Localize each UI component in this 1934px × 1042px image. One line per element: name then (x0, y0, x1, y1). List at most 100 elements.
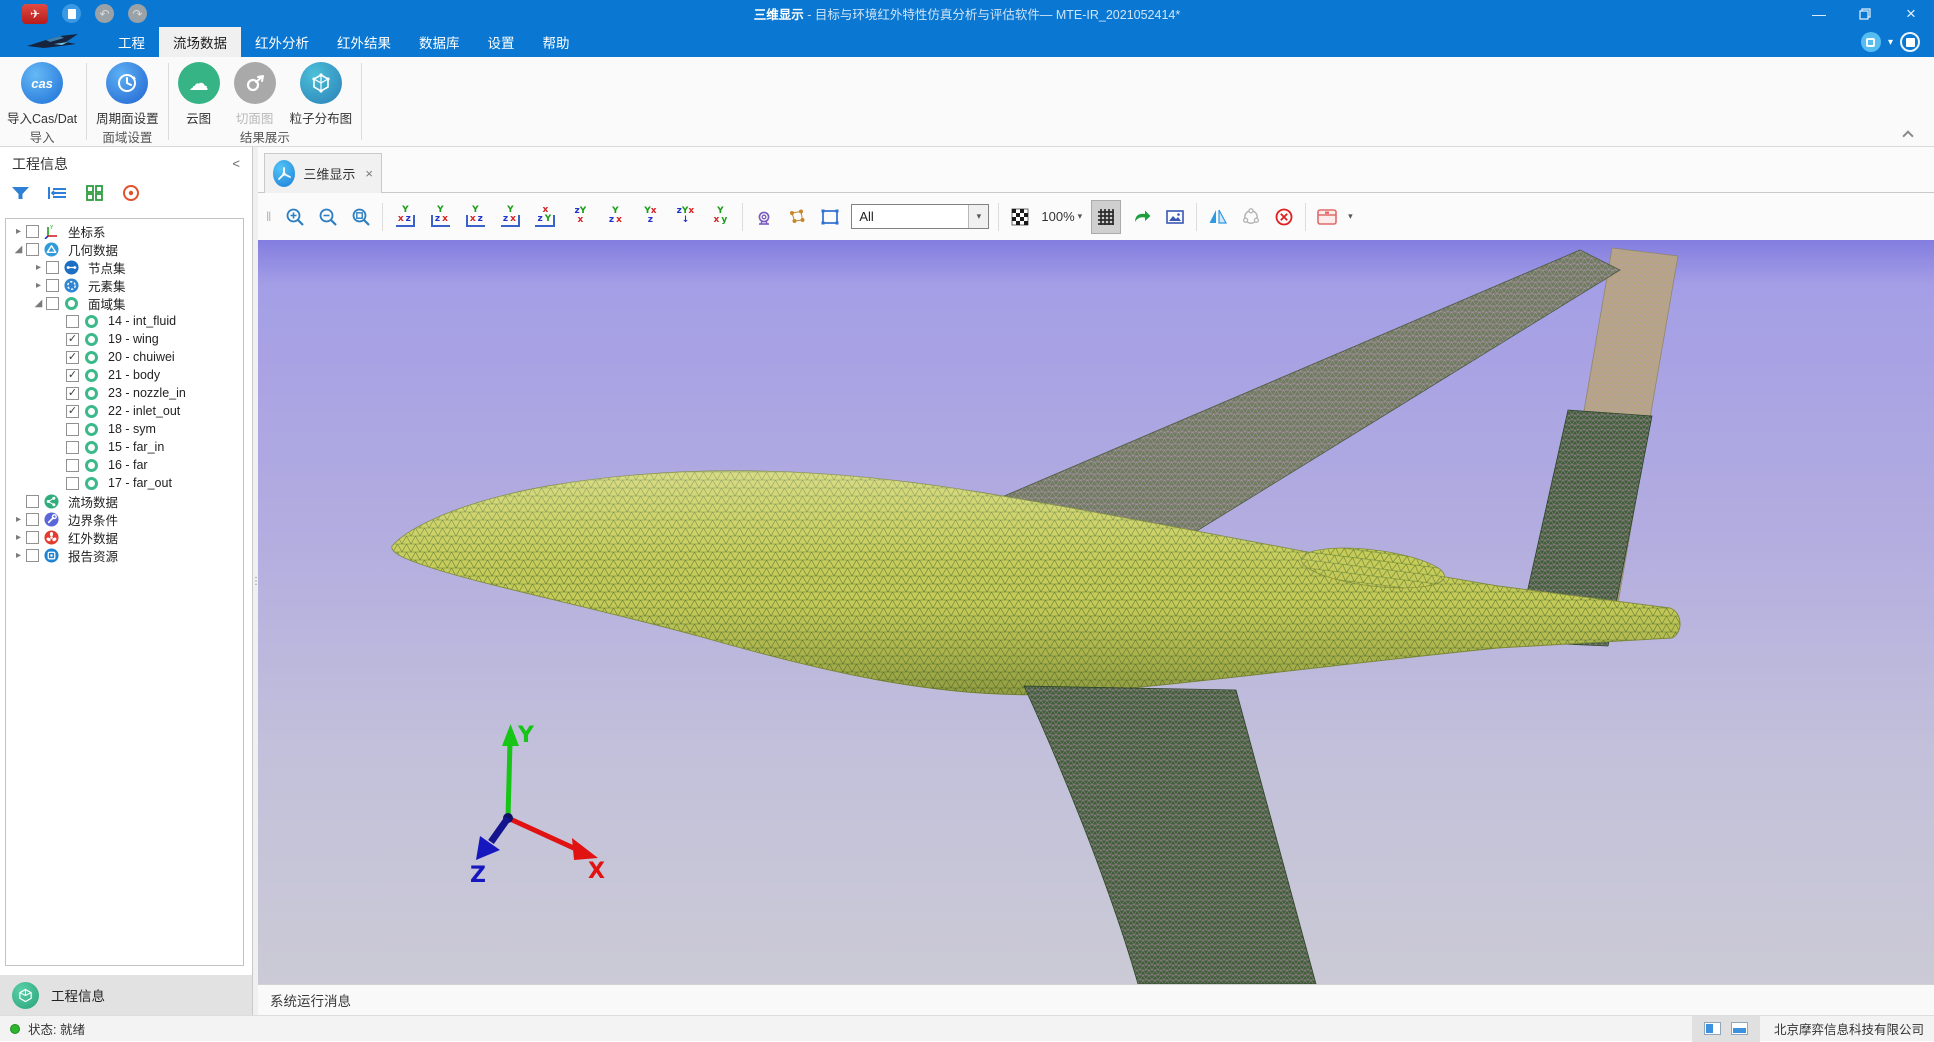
view-iso-2-icon[interactable]: Yxz (637, 205, 663, 229)
zoom-out-button[interactable] (316, 205, 340, 229)
menu-item-engineering[interactable]: 工程 (104, 27, 159, 57)
save-view-dropdown-caret[interactable]: ▾ (1348, 211, 1353, 222)
tree-item-infrared-data[interactable]: ▸ 红外数据 (6, 528, 243, 546)
rotate-center-button[interactable] (1239, 205, 1263, 229)
periodic-face-settings-button[interactable]: 周期面设置 (89, 62, 166, 127)
checkbox[interactable]: ✓ (66, 351, 79, 364)
particles-button[interactable] (785, 205, 809, 229)
tree-item-surface[interactable]: ✓ 23 - nozzle_in (6, 384, 243, 402)
ribbon-collapse-button[interactable] (1904, 128, 1916, 140)
menu-item-settings[interactable]: 设置 (474, 27, 529, 57)
checkbox[interactable] (26, 495, 39, 508)
particle-distribution-button[interactable]: 粒子分布图 (283, 62, 360, 127)
notebook-button[interactable] (1900, 32, 1920, 52)
tab-close-icon[interactable]: × (365, 166, 373, 181)
view-bottom-icon[interactable]: zYx (567, 205, 593, 229)
menu-item-infrared-analysis[interactable]: 红外分析 (241, 27, 323, 57)
tree-item-boundary-conditions[interactable]: ▸ 边界条件 (6, 510, 243, 528)
checkbox[interactable]: ✓ (66, 405, 79, 418)
layout-bottom-panel-icon[interactable] (1731, 1022, 1748, 1035)
checkbox[interactable] (26, 225, 39, 238)
view-left-icon[interactable]: Yxz (462, 205, 488, 229)
display-filter-select[interactable]: All ▾ (851, 204, 989, 229)
layout-left-panel-icon[interactable] (1704, 1022, 1721, 1035)
filter-button[interactable] (10, 183, 30, 203)
locate-button[interactable] (121, 183, 141, 203)
expand-arrow-icon[interactable]: ◢ (12, 244, 25, 255)
transparency-button[interactable] (1008, 205, 1032, 229)
tree-item-face-set[interactable]: ◢ 面域集 (6, 294, 243, 312)
checkbox[interactable] (66, 441, 79, 454)
list-view-button[interactable] (47, 183, 67, 203)
redo-button[interactable]: ↷ (128, 4, 147, 23)
tree-item-flowfield-data[interactable]: 流场数据 (6, 492, 243, 510)
share-arrow-button[interactable] (1130, 205, 1154, 229)
checkbox[interactable] (26, 531, 39, 544)
checkbox[interactable] (66, 315, 79, 328)
tab-3d-display[interactable]: 三维显示 × (264, 153, 382, 193)
expand-arrow-icon[interactable]: ▸ (12, 550, 25, 561)
checkbox[interactable] (66, 423, 79, 436)
expand-arrow-icon[interactable]: ▸ (32, 280, 45, 291)
expand-arrow-icon[interactable]: ▸ (12, 514, 25, 525)
menu-item-infrared-results[interactable]: 红外结果 (323, 27, 405, 57)
style-dropdown-caret[interactable]: ▾ (1888, 37, 1893, 48)
contour-cloud-button[interactable]: ☁ 云图 (171, 62, 227, 127)
camera-button[interactable] (752, 205, 776, 229)
undo-button[interactable]: ↶ (95, 4, 114, 23)
close-button[interactable]: × (1888, 0, 1934, 27)
menu-item-flowfield-data[interactable]: 流场数据 (159, 27, 241, 57)
expand-arrow-icon[interactable]: ◢ (32, 298, 45, 309)
grid-view-button[interactable] (84, 183, 104, 203)
new-document-button[interactable] (62, 4, 81, 23)
view-iso-4-icon[interactable]: Yxy (707, 205, 733, 229)
checkbox[interactable] (26, 243, 39, 256)
tree-item-node-set[interactable]: ▸ 节点集 (6, 258, 243, 276)
mesh-toggle-button[interactable] (1091, 200, 1121, 234)
zoom-level-dropdown[interactable]: 100%▾ (1041, 209, 1082, 224)
tree-item-report-resources[interactable]: ▸ 报告资源 (6, 546, 243, 564)
expand-arrow-icon[interactable]: ▸ (32, 262, 45, 273)
window-style-button[interactable] (1861, 32, 1881, 52)
checkbox[interactable] (46, 279, 59, 292)
menu-item-database[interactable]: 数据库 (405, 27, 474, 57)
tree-item-coordinate-system[interactable]: ▸ Y 坐标系 (6, 222, 243, 240)
import-cas-dat-button[interactable]: cas 导入Cas/Dat (0, 62, 84, 127)
snapshot-button[interactable] (1163, 205, 1187, 229)
zoom-in-button[interactable] (283, 205, 307, 229)
tree-item-surface[interactable]: 18 - sym (6, 420, 243, 438)
chevron-down-icon[interactable]: ▾ (968, 205, 988, 228)
project-tree[interactable]: ▸ Y 坐标系 ◢ 几何数据 ▸ 节点集 ▸ 元素集 (5, 218, 244, 966)
panel-footer-tab[interactable]: 工程信息 (0, 975, 252, 1015)
3d-viewport[interactable]: Y X Z (258, 240, 1934, 984)
tree-item-surface[interactable]: 16 - far (6, 456, 243, 474)
checkbox[interactable] (26, 549, 39, 562)
minimize-button[interactable]: — (1796, 0, 1842, 27)
maximize-button[interactable] (1842, 0, 1888, 27)
expand-arrow-icon[interactable]: ▸ (12, 226, 25, 237)
tree-item-geometry-data[interactable]: ◢ 几何数据 (6, 240, 243, 258)
checkbox[interactable] (66, 477, 79, 490)
checkbox[interactable]: ✓ (66, 387, 79, 400)
zoom-fit-button[interactable] (349, 205, 373, 229)
tree-item-surface[interactable]: 14 - int_fluid (6, 312, 243, 330)
checkbox[interactable] (66, 459, 79, 472)
tree-item-surface[interactable]: ✓ 20 - chuiwei (6, 348, 243, 366)
checkbox[interactable]: ✓ (66, 369, 79, 382)
checkbox[interactable] (26, 513, 39, 526)
view-front-icon[interactable]: Yxz (392, 205, 418, 229)
menu-item-help[interactable]: 帮助 (529, 27, 584, 57)
view-right-icon[interactable]: Yzx (497, 205, 523, 229)
view-back-icon[interactable]: Yzx (427, 205, 453, 229)
view-iso-3-icon[interactable]: zYx↓ (672, 205, 698, 229)
panel-collapse-button[interactable]: < (232, 156, 240, 171)
checkbox[interactable] (46, 261, 59, 274)
app-logo-button[interactable]: ✈ (22, 4, 48, 24)
tree-item-surface[interactable]: ✓ 19 - wing (6, 330, 243, 348)
checkbox[interactable]: ✓ (66, 333, 79, 346)
tree-item-surface[interactable]: 17 - far_out (6, 474, 243, 492)
toolbar-drag-handle[interactable]: ‖ (266, 209, 272, 224)
tree-item-surface[interactable]: ✓ 21 - body (6, 366, 243, 384)
save-view-button[interactable] (1315, 205, 1339, 229)
view-top-icon[interactable]: xzY (532, 205, 558, 229)
